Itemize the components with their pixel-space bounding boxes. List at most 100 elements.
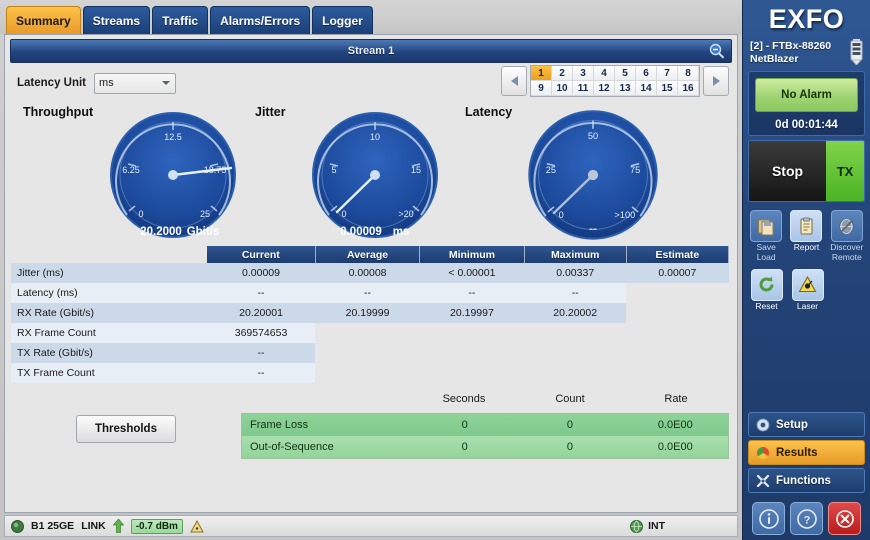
pager-next-button[interactable] [703, 66, 729, 96]
cell-current: -- [207, 283, 316, 303]
stream-btn-7[interactable]: 7 [657, 66, 678, 81]
alarm-status-box: No Alarm 0d 00:01:44 [748, 71, 865, 136]
nav-functions[interactable]: Functions [748, 468, 865, 493]
tab-label: Logger [322, 14, 363, 28]
report-button[interactable]: Report [788, 210, 824, 263]
discover-remote-button[interactable]: DiscoverRemote [829, 210, 865, 263]
cell-estimate [626, 323, 728, 343]
threshold-name: Frame Loss [242, 419, 412, 431]
table-row: Jitter (ms) 0.00009 0.00008 < 0.00001 0.… [11, 263, 729, 283]
stream-btn-15[interactable]: 15 [657, 81, 678, 96]
stream-btn-3[interactable]: 3 [573, 66, 594, 81]
threshold-row-frame-loss: Frame Loss 0 0 0.0E00 [242, 414, 728, 436]
tool-row-2: Reset Laser [748, 269, 865, 312]
stream-btn-8[interactable]: 8 [678, 66, 699, 81]
stream-btn-14[interactable]: 14 [636, 81, 657, 96]
metrics-table-wrapper: Current Average Minimum Maximum Estimate… [5, 244, 737, 383]
reset-button[interactable]: Reset [748, 269, 785, 312]
cell-estimate [626, 363, 728, 383]
zoom-out-icon[interactable] [709, 43, 725, 59]
stream-btn-16[interactable]: 16 [678, 81, 699, 96]
nav-label: Setup [776, 419, 808, 431]
table-row: TX Frame Count -- [11, 363, 729, 383]
status-right-group: INT [630, 520, 665, 533]
cell-average [315, 343, 419, 363]
gauge-jitter: 0 5 10 15 >20 0.00009 ms [301, 111, 449, 239]
row-label: TX Frame Count [11, 363, 207, 383]
col-header-maximum: Maximum [524, 246, 626, 263]
chevron-down-icon [162, 81, 170, 85]
stream-btn-10[interactable]: 10 [552, 81, 573, 96]
chevron-left-icon [511, 76, 518, 86]
nav-results[interactable]: Results [748, 440, 865, 465]
gauge-label-latency: Latency [465, 105, 512, 119]
latency-unit-value: ms [99, 77, 114, 89]
help-icon: ? [796, 508, 818, 530]
stream-btn-12[interactable]: 12 [594, 81, 615, 96]
tab-logger[interactable]: Logger [312, 6, 373, 34]
tool-label: Reset [755, 302, 777, 312]
gauge-tick: 75 [630, 165, 640, 175]
battery-icon [850, 39, 863, 65]
stream-btn-6[interactable]: 6 [636, 66, 657, 81]
info-button[interactable] [752, 502, 785, 535]
tab-streams[interactable]: Streams [83, 6, 150, 34]
stop-button[interactable]: Stop [749, 141, 826, 201]
cell-average: -- [315, 283, 419, 303]
stream-btn-5[interactable]: 5 [615, 66, 636, 81]
nav-setup[interactable]: Setup [748, 412, 865, 437]
table-row: Latency (ms) -- -- -- -- [11, 283, 729, 303]
device-info: [2] - FTBx-88260 NetBlazer [748, 37, 865, 67]
thresholds-button[interactable]: Thresholds [76, 415, 176, 443]
threshold-rate: 0.0E00 [623, 419, 728, 431]
gauge-tick: 15 [411, 165, 421, 175]
cell-minimum [420, 343, 524, 363]
cell-minimum [420, 363, 524, 383]
bottom-button-row: ? [748, 500, 865, 535]
gauge-unit: Gbit/s [187, 226, 220, 238]
stream-btn-2[interactable]: 2 [552, 66, 573, 81]
save-load-button[interactable]: SaveLoad [748, 210, 784, 263]
threshold-name: Out-of-Sequence [242, 441, 412, 453]
stream-pager: 1 2 3 4 5 6 7 8 9 10 11 12 13 14 [501, 65, 729, 97]
help-button[interactable]: ? [790, 502, 823, 535]
laser-button[interactable]: Laser [789, 269, 826, 312]
tab-traffic[interactable]: Traffic [152, 6, 208, 34]
tool-buttons: SaveLoad Report [748, 206, 865, 311]
stream-btn-1[interactable]: 1 [531, 66, 552, 81]
table-row: RX Rate (Gbit/s) 20.20001 20.19999 20.19… [11, 303, 729, 323]
row-label: Latency (ms) [11, 283, 207, 303]
cell-average: 20.19999 [315, 303, 419, 323]
tx-button[interactable]: TX [826, 141, 864, 201]
save-icon [757, 217, 776, 236]
col-header-blank [11, 246, 207, 263]
cell-estimate [626, 343, 728, 363]
close-button[interactable] [828, 502, 861, 535]
device-model: [2] - FTBx-88260 [750, 40, 863, 53]
tab-alarms-errors[interactable]: Alarms/Errors [210, 6, 310, 34]
row-label: RX Frame Count [11, 323, 207, 343]
stream-btn-9[interactable]: 9 [531, 81, 552, 96]
discover-icon [837, 217, 856, 236]
tab-label: Alarms/Errors [220, 14, 300, 28]
gauge-tick: 5 [331, 165, 336, 175]
cell-estimate [626, 303, 728, 323]
gauge-tick: >100 [614, 210, 635, 220]
table-header-row: Current Average Minimum Maximum Estimate [11, 246, 729, 263]
tab-summary[interactable]: Summary [6, 6, 81, 34]
tab-label: Streams [93, 14, 140, 28]
stream-btn-13[interactable]: 13 [615, 81, 636, 96]
tab-label: Traffic [162, 14, 198, 28]
latency-unit-select[interactable]: ms [94, 73, 176, 94]
thresholds-button-area: Thresholds [11, 393, 241, 443]
tab-bar: Summary Streams Traffic Alarms/Errors Lo… [0, 0, 742, 34]
status-power-badge: -0.7 dBm [131, 519, 183, 534]
stream-btn-11[interactable]: 11 [573, 81, 594, 96]
threshold-seconds: 0 [412, 419, 517, 431]
pager-prev-button[interactable] [501, 66, 527, 96]
table-row: RX Frame Count 369574653 [11, 323, 729, 343]
report-icon [797, 217, 816, 236]
stream-btn-4[interactable]: 4 [594, 66, 615, 81]
cell-current: -- [207, 343, 316, 363]
globe-icon [630, 520, 643, 533]
